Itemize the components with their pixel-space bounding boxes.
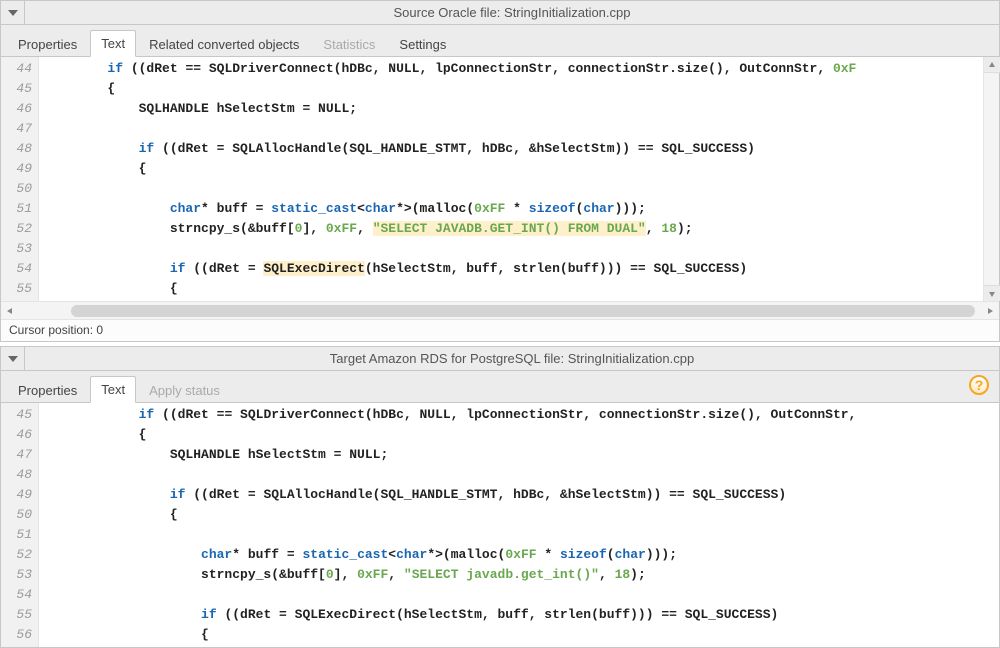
- code-line[interactable]: SQLHANDLE hSelectStm = NULL;: [45, 445, 999, 465]
- target-code-area: 454647484950515253545556 if ((dRet == SQ…: [1, 403, 999, 647]
- code-line[interactable]: {: [45, 625, 999, 645]
- source-tab-text[interactable]: Text: [90, 30, 136, 57]
- code-line[interactable]: char* buff = static_cast<char*>(malloc(0…: [45, 545, 999, 565]
- target-panel-header: Target Amazon RDS for PostgreSQL file: S…: [1, 347, 999, 371]
- code-line[interactable]: [45, 179, 999, 199]
- code-line[interactable]: if ((dRet == SQLDriverConnect(hDBc, NULL…: [45, 59, 999, 79]
- collapse-toggle[interactable]: [1, 347, 25, 370]
- source-tab-related-converted-objects[interactable]: Related converted objects: [138, 31, 310, 57]
- scroll-down-icon[interactable]: [984, 285, 1000, 301]
- source-tabs: PropertiesTextRelated converted objectsS…: [1, 25, 999, 57]
- target-tab-text[interactable]: Text: [90, 376, 136, 403]
- target-panel: Target Amazon RDS for PostgreSQL file: S…: [0, 346, 1000, 648]
- code-line[interactable]: {: [45, 79, 999, 99]
- source-panel-title: Source Oracle file: StringInitialization…: [25, 5, 999, 20]
- code-line[interactable]: [45, 465, 999, 485]
- collapse-toggle[interactable]: [1, 1, 25, 24]
- code-line[interactable]: if ((dRet = SQLExecDirect(hSelectStm, bu…: [45, 605, 999, 625]
- help-icon[interactable]: ?: [969, 375, 989, 395]
- code-line[interactable]: if ((dRet = SQLAllocHandle(SQL_HANDLE_ST…: [45, 139, 999, 159]
- source-panel-header: Source Oracle file: StringInitialization…: [1, 1, 999, 25]
- code-line[interactable]: {: [45, 425, 999, 445]
- code-line[interactable]: [45, 585, 999, 605]
- code-line[interactable]: if ((dRet == SQLDriverConnect(hDBc, NULL…: [45, 405, 999, 425]
- code-line[interactable]: [45, 239, 999, 259]
- code-line[interactable]: strncpy_s(&buff[0], 0xFF, "SELECT javadb…: [45, 565, 999, 585]
- code-line[interactable]: {: [45, 505, 999, 525]
- code-line[interactable]: [45, 119, 999, 139]
- scroll-thumb[interactable]: [71, 305, 975, 317]
- scroll-right-icon[interactable]: [981, 302, 999, 320]
- source-gutter: 444546474849505152535455: [1, 57, 39, 301]
- target-gutter: 454647484950515253545556: [1, 403, 39, 647]
- target-panel-title: Target Amazon RDS for PostgreSQL file: S…: [25, 351, 999, 366]
- scroll-left-icon[interactable]: [1, 302, 19, 320]
- code-line[interactable]: [45, 525, 999, 545]
- source-panel: Source Oracle file: StringInitialization…: [0, 0, 1000, 342]
- source-code[interactable]: if ((dRet == SQLDriverConnect(hDBc, NULL…: [39, 57, 999, 301]
- source-code-area: 444546474849505152535455 if ((dRet == SQ…: [1, 57, 999, 301]
- horizontal-scrollbar[interactable]: [1, 301, 999, 319]
- target-code[interactable]: if ((dRet == SQLDriverConnect(hDBc, NULL…: [39, 403, 999, 647]
- code-line[interactable]: if ((dRet = SQLExecDirect(hSelectStm, bu…: [45, 259, 999, 279]
- source-tab-settings[interactable]: Settings: [388, 31, 457, 57]
- cursor-status: Cursor position: 0: [1, 319, 999, 341]
- scroll-up-icon[interactable]: [984, 57, 1000, 73]
- target-tab-apply-status: Apply status: [138, 377, 231, 403]
- code-line[interactable]: char* buff = static_cast<char*>(malloc(0…: [45, 199, 999, 219]
- target-tabs: PropertiesTextApply status?: [1, 371, 999, 403]
- code-line[interactable]: {: [45, 279, 999, 299]
- source-tab-statistics: Statistics: [312, 31, 386, 57]
- target-tab-properties[interactable]: Properties: [7, 377, 88, 403]
- code-line[interactable]: SQLHANDLE hSelectStm = NULL;: [45, 99, 999, 119]
- source-tab-properties[interactable]: Properties: [7, 31, 88, 57]
- code-line[interactable]: if ((dRet = SQLAllocHandle(SQL_HANDLE_ST…: [45, 485, 999, 505]
- scroll-track[interactable]: [21, 305, 979, 317]
- code-line[interactable]: {: [45, 159, 999, 179]
- code-line[interactable]: strncpy_s(&buff[0], 0xFF, "SELECT JAVADB…: [45, 219, 999, 239]
- vertical-scrollbar[interactable]: [983, 57, 999, 301]
